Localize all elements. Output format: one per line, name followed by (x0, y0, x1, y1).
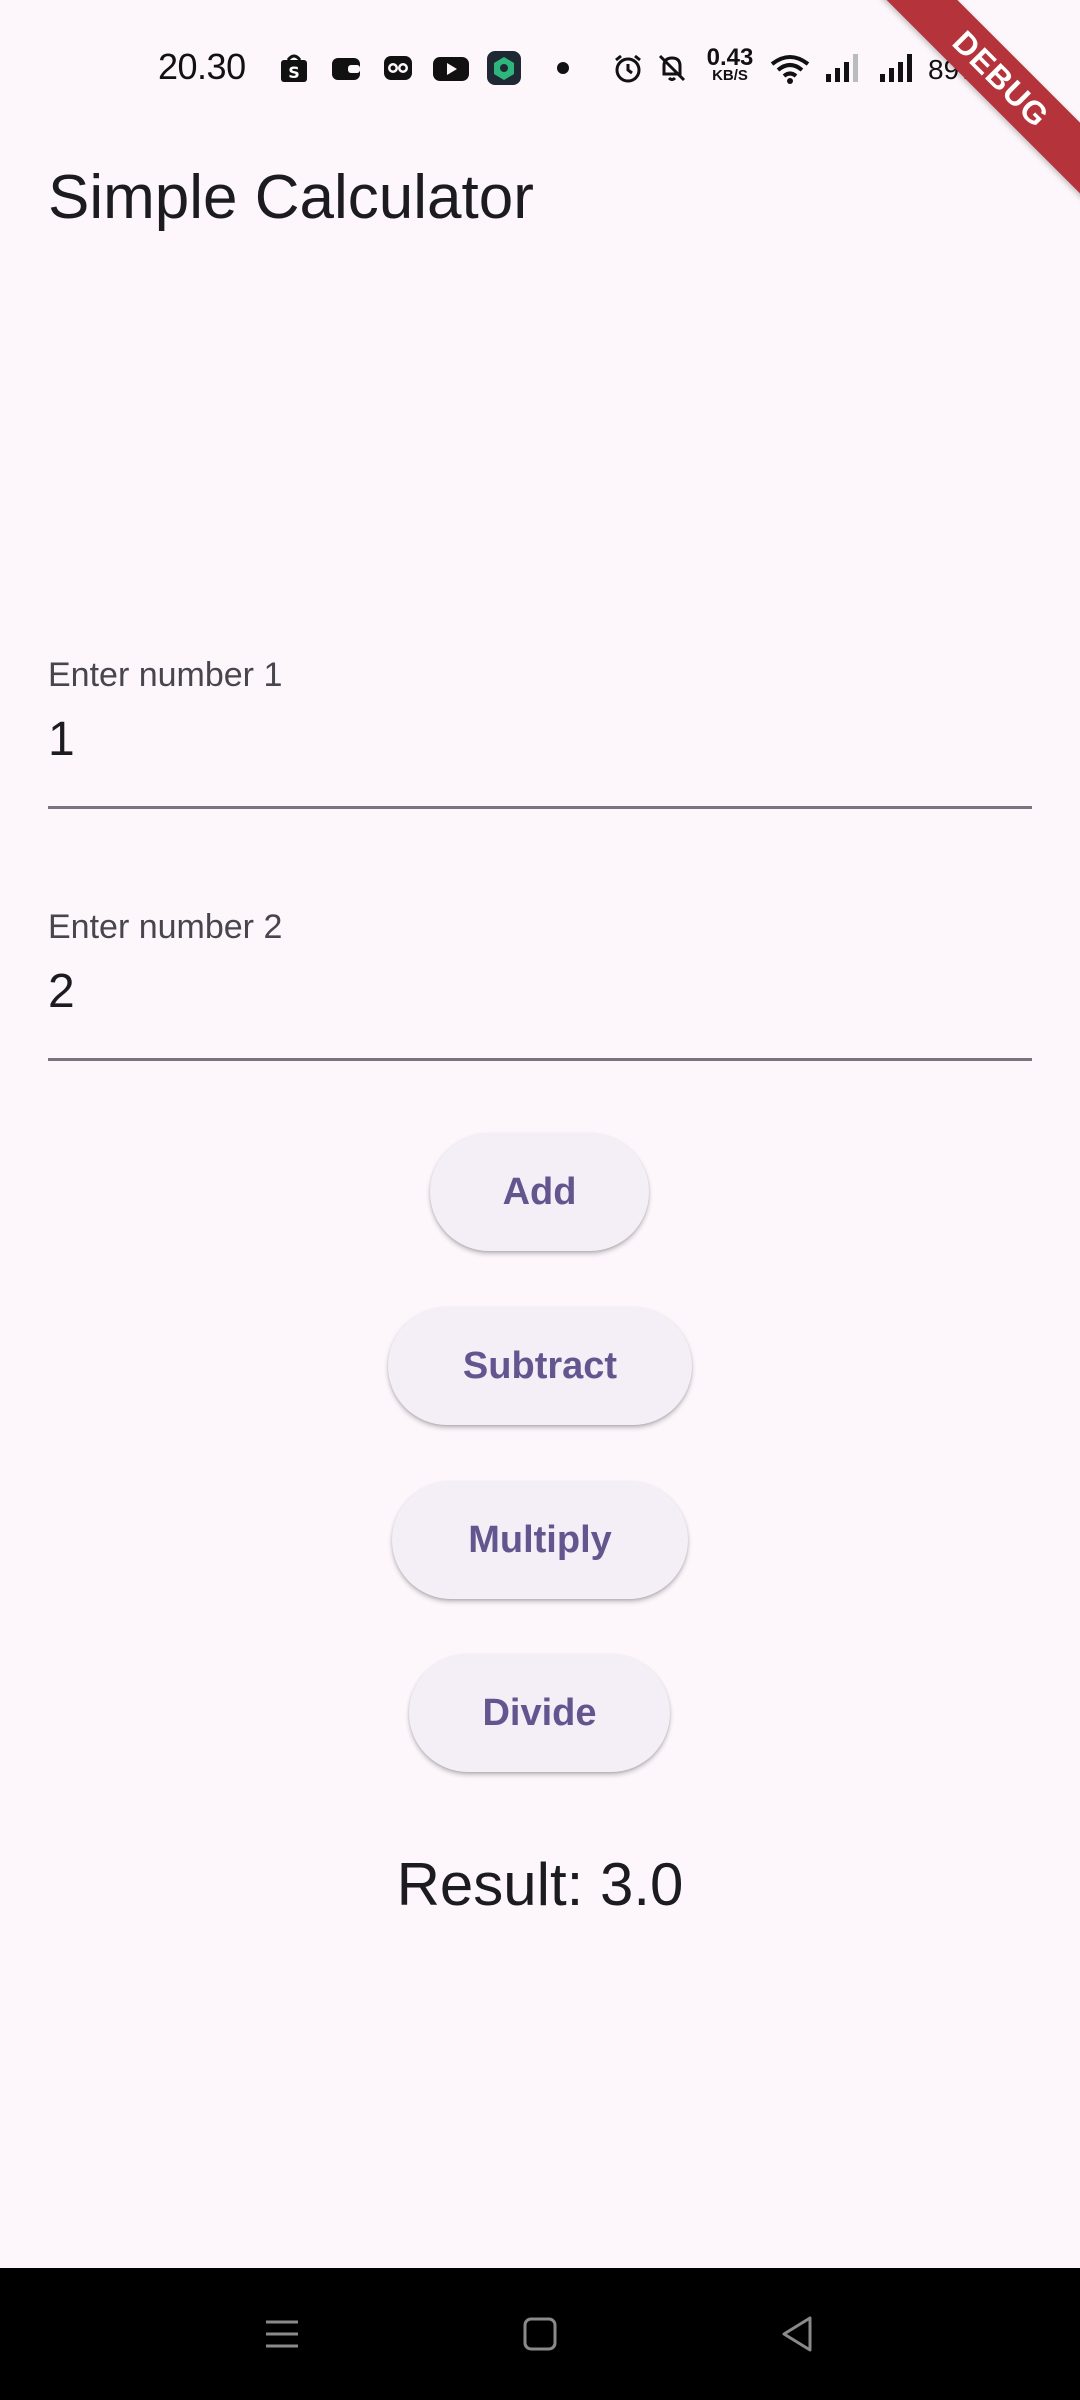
alarm-icon (612, 52, 644, 84)
back-icon[interactable] (776, 2312, 820, 2356)
multiply-button[interactable]: Multiply (392, 1481, 688, 1599)
number-2-underline (48, 1058, 1032, 1061)
svg-text:S: S (288, 63, 300, 82)
app-icon (486, 50, 522, 86)
owl-icon (382, 52, 414, 84)
subtract-button[interactable]: Subtract (388, 1307, 692, 1425)
number-1-value[interactable]: 1 (48, 712, 75, 767)
number-1-underline (48, 806, 1032, 809)
number-2-field[interactable]: Enter number 2 2 (48, 908, 1032, 1063)
menu-icon[interactable] (260, 2312, 304, 2356)
wallet-icon (330, 52, 362, 84)
page-title: Simple Calculator (48, 163, 534, 232)
net-speed: 0.43 KB/S (704, 46, 756, 84)
wifi-icon (770, 52, 810, 84)
system-nav-bar (0, 2268, 1080, 2400)
mute-icon (656, 52, 688, 84)
result-text: Result: 3.0 (396, 1851, 684, 1918)
home-icon[interactable] (518, 2312, 562, 2356)
add-button[interactable]: Add (430, 1133, 649, 1251)
notification-dot (557, 62, 569, 74)
number-1-label: Enter number 1 (48, 656, 283, 694)
number-1-field[interactable]: Enter number 1 1 (48, 656, 1032, 811)
number-2-value[interactable]: 2 (48, 964, 75, 1019)
signal-icon-2 (878, 52, 918, 84)
number-2-label: Enter number 2 (48, 908, 283, 946)
signal-icon (824, 52, 864, 84)
shopee-icon: S (278, 52, 310, 84)
status-time: 20.30 (158, 46, 246, 87)
divide-button[interactable]: Divide (409, 1654, 670, 1772)
youtube-icon (432, 52, 470, 84)
